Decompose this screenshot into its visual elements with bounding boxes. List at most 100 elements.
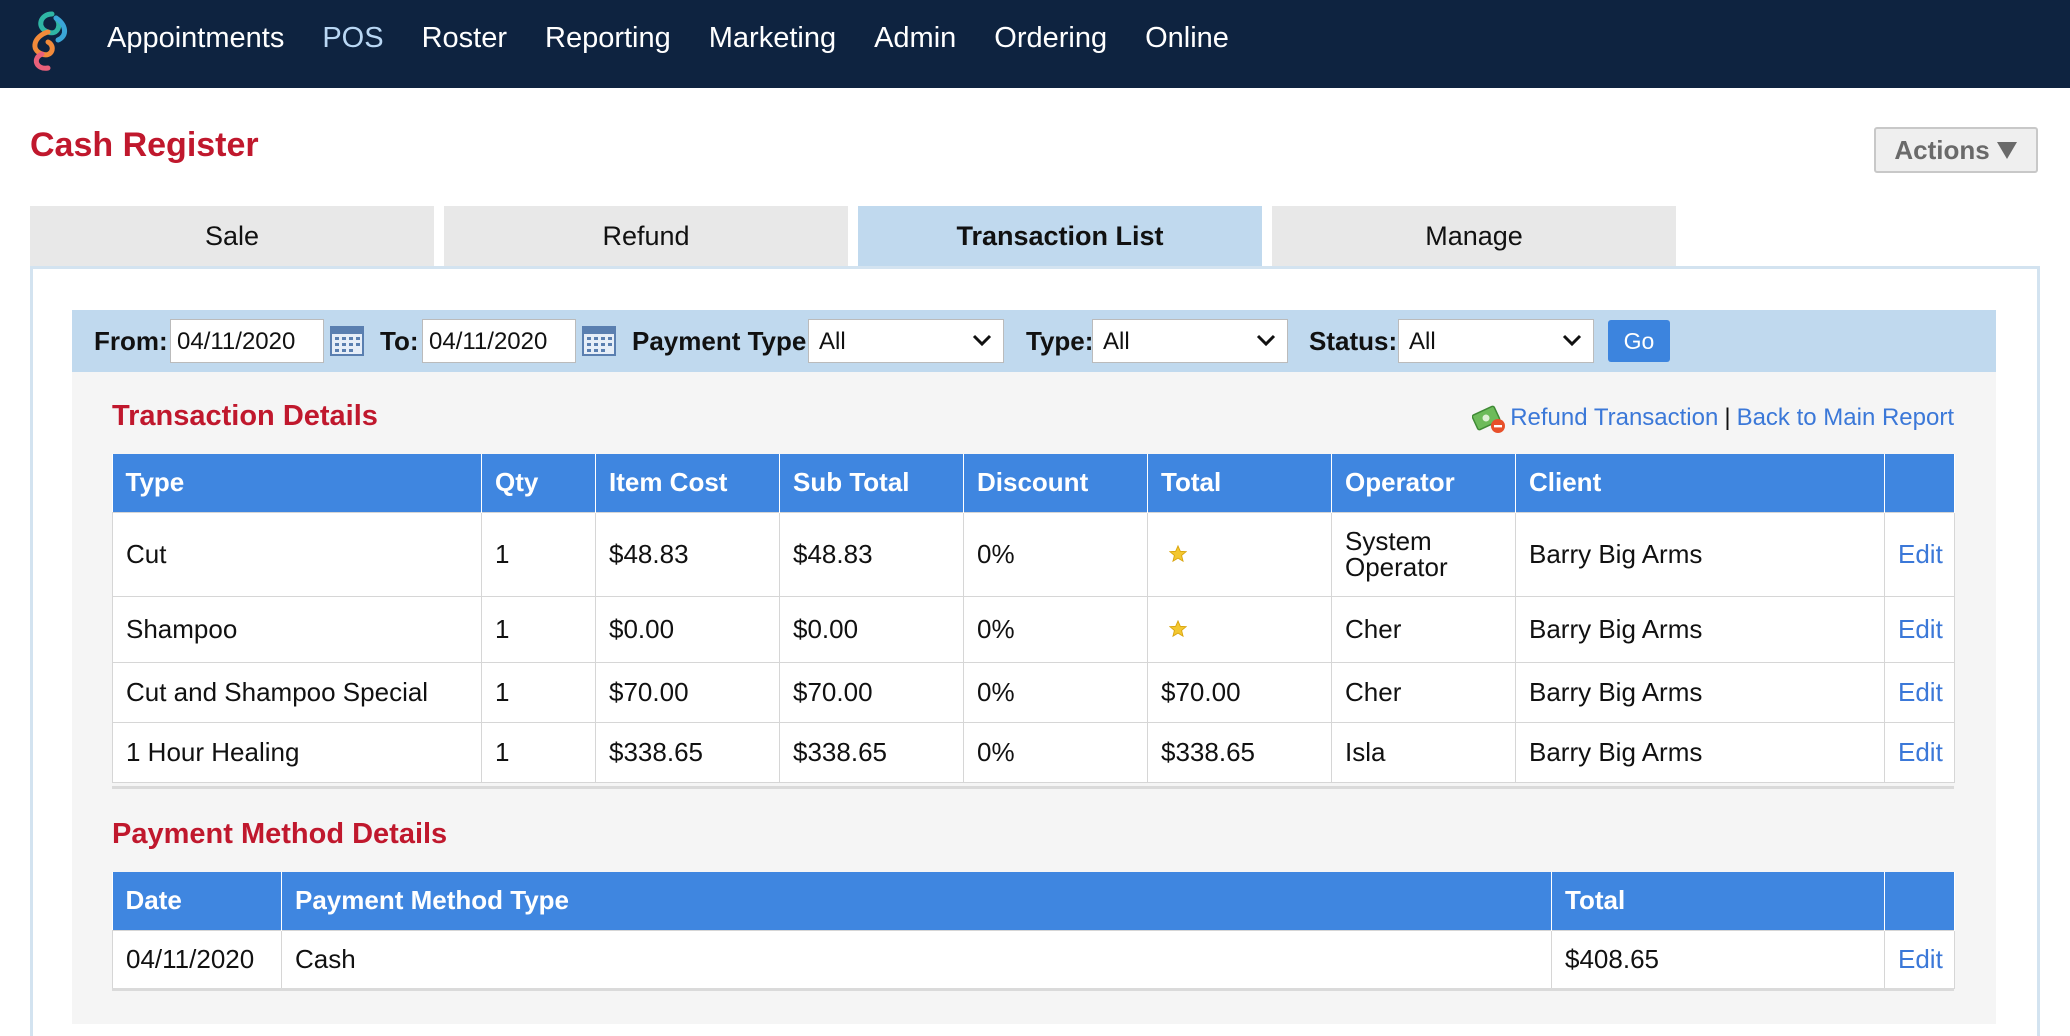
nav-item-roster[interactable]: Roster bbox=[422, 22, 507, 55]
cell-item-cost: $338.65 bbox=[595, 721, 780, 783]
cell-discount: 0% bbox=[963, 721, 1148, 783]
column-header-actions bbox=[1884, 872, 1955, 930]
tab-manage[interactable]: Manage bbox=[1272, 206, 1676, 266]
cell-qty: 1 bbox=[481, 721, 596, 783]
table-header-row: Type Qty Item Cost Sub Total Discount To… bbox=[112, 454, 1955, 512]
type-value: All bbox=[1103, 328, 1130, 355]
nav-item-appointments[interactable]: Appointments bbox=[107, 22, 284, 55]
column-header-total[interactable]: Total bbox=[1147, 454, 1332, 512]
cell-client: Barry Big Arms bbox=[1515, 511, 1885, 597]
cell-type: Cut and Shampoo Special bbox=[112, 661, 482, 723]
nav-item-marketing[interactable]: Marketing bbox=[709, 22, 836, 55]
cell-discount: 0% bbox=[963, 661, 1148, 723]
cell-operator: Cher bbox=[1331, 595, 1516, 663]
cell-discount: 0% bbox=[963, 595, 1148, 663]
cell-operator: Isla bbox=[1331, 721, 1516, 783]
page-title: Cash Register bbox=[30, 126, 259, 164]
cell-total: $338.65 bbox=[1147, 721, 1332, 783]
table-row: Cut 1 $48.83 $48.83 0% System Operator B… bbox=[112, 511, 1955, 597]
payment-type-select[interactable]: All bbox=[808, 319, 1004, 363]
table-row: Cut and Shampoo Special 1 $70.00 $70.00 … bbox=[112, 661, 1955, 723]
type-select[interactable]: All bbox=[1092, 319, 1288, 363]
cell-type: Shampoo bbox=[112, 595, 482, 663]
cell-client: Barry Big Arms bbox=[1515, 721, 1885, 783]
link-separator: | bbox=[1724, 404, 1731, 431]
from-date-input[interactable]: 04/11/2020 bbox=[170, 319, 324, 363]
nav-item-reporting[interactable]: Reporting bbox=[545, 22, 671, 55]
payment-type-label: Payment Type: bbox=[632, 326, 816, 356]
column-header-payment-method-type[interactable]: Payment Method Type bbox=[281, 872, 1552, 930]
actions-button[interactable]: Actions bbox=[1874, 127, 2038, 173]
actions-label: Actions bbox=[1894, 134, 1990, 165]
cell-payment-method: Cash bbox=[281, 929, 1552, 989]
star-icon bbox=[1169, 619, 1187, 637]
cell-date: 04/11/2020 bbox=[112, 929, 282, 989]
cell-client: Barry Big Arms bbox=[1515, 661, 1885, 723]
column-header-discount[interactable]: Discount bbox=[963, 454, 1148, 512]
payment-method-details-heading: Payment Method Details bbox=[112, 818, 448, 850]
edit-link[interactable]: Edit bbox=[1884, 929, 1955, 989]
cell-discount: 0% bbox=[963, 511, 1148, 597]
back-to-main-report-link[interactable]: Back to Main Report bbox=[1737, 404, 1954, 432]
edit-link[interactable]: Edit bbox=[1884, 595, 1955, 663]
calendar-icon[interactable] bbox=[330, 324, 364, 356]
cell-qty: 1 bbox=[481, 595, 596, 663]
table-bottom-border bbox=[112, 786, 1954, 789]
swirl-logo-icon[interactable] bbox=[22, 6, 78, 72]
cell-qty: 1 bbox=[481, 661, 596, 723]
main-menu: Appointments POS Roster Reporting Market… bbox=[107, 0, 1267, 76]
tab-transaction-list[interactable]: Transaction List bbox=[858, 206, 1262, 266]
triangle-down-icon bbox=[1996, 142, 2017, 159]
cell-total: $408.65 bbox=[1551, 929, 1885, 989]
edit-link[interactable]: Edit bbox=[1884, 721, 1955, 783]
nav-item-admin[interactable]: Admin bbox=[874, 22, 956, 55]
column-header-client[interactable]: Client bbox=[1515, 454, 1885, 512]
go-button[interactable]: Go bbox=[1608, 320, 1670, 362]
table-row: 1 Hour Healing 1 $338.65 $338.65 0% $338… bbox=[112, 721, 1955, 783]
cell-client: Barry Big Arms bbox=[1515, 595, 1885, 663]
edit-link[interactable]: Edit bbox=[1884, 511, 1955, 597]
transaction-details-table: Type Qty Item Cost Sub Total Discount To… bbox=[112, 454, 1955, 783]
cell-operator: System Operator bbox=[1331, 511, 1516, 597]
table-header-row: Date Payment Method Type Total bbox=[112, 872, 1955, 930]
column-header-total[interactable]: Total bbox=[1551, 872, 1885, 930]
status-value: All bbox=[1409, 328, 1436, 355]
cell-qty: 1 bbox=[481, 511, 596, 597]
cell-sub-total: $48.83 bbox=[779, 511, 964, 597]
column-header-date[interactable]: Date bbox=[112, 872, 282, 930]
tab-refund[interactable]: Refund bbox=[444, 206, 848, 266]
column-header-actions bbox=[1884, 454, 1955, 512]
payment-method-table: Date Payment Method Type Total 04/11/202… bbox=[112, 872, 1955, 989]
table-bottom-border bbox=[112, 988, 1954, 991]
to-date-input[interactable]: 04/11/2020 bbox=[422, 319, 576, 363]
cell-item-cost: $70.00 bbox=[595, 661, 780, 723]
top-navigation-bar: Appointments POS Roster Reporting Market… bbox=[0, 0, 2070, 88]
nav-item-ordering[interactable]: Ordering bbox=[994, 22, 1107, 55]
column-header-qty[interactable]: Qty bbox=[481, 454, 596, 512]
column-header-item-cost[interactable]: Item Cost bbox=[595, 454, 780, 512]
operator-line-2: Operator bbox=[1345, 552, 1448, 582]
column-header-operator[interactable]: Operator bbox=[1331, 454, 1516, 512]
calendar-icon[interactable] bbox=[582, 324, 616, 356]
refund-transaction-link[interactable]: Refund Transaction bbox=[1510, 404, 1718, 432]
payment-type-value: All bbox=[819, 328, 846, 355]
status-select[interactable]: All bbox=[1398, 319, 1594, 363]
column-header-type[interactable]: Type bbox=[112, 454, 482, 512]
cell-item-cost: $48.83 bbox=[595, 511, 780, 597]
nav-item-online[interactable]: Online bbox=[1145, 22, 1229, 55]
cell-sub-total: $0.00 bbox=[779, 595, 964, 663]
chevron-down-icon bbox=[1256, 334, 1276, 347]
tab-sale[interactable]: Sale bbox=[30, 206, 434, 266]
table-row: 04/11/2020 Cash $408.65 Edit bbox=[112, 929, 1955, 989]
column-header-sub-total[interactable]: Sub Total bbox=[779, 454, 964, 512]
cell-sub-total: $70.00 bbox=[779, 661, 964, 723]
operator-line-1: System bbox=[1345, 526, 1432, 556]
nav-item-pos[interactable]: POS bbox=[322, 22, 383, 55]
chevron-down-icon bbox=[1562, 334, 1582, 347]
table-row: Shampoo 1 $0.00 $0.00 0% Cher Barry Big … bbox=[112, 595, 1955, 663]
to-label: To: bbox=[380, 326, 419, 356]
status-label: Status: bbox=[1309, 326, 1398, 356]
cell-sub-total: $338.65 bbox=[779, 721, 964, 783]
edit-link[interactable]: Edit bbox=[1884, 661, 1955, 723]
refund-money-icon[interactable] bbox=[1472, 402, 1506, 434]
